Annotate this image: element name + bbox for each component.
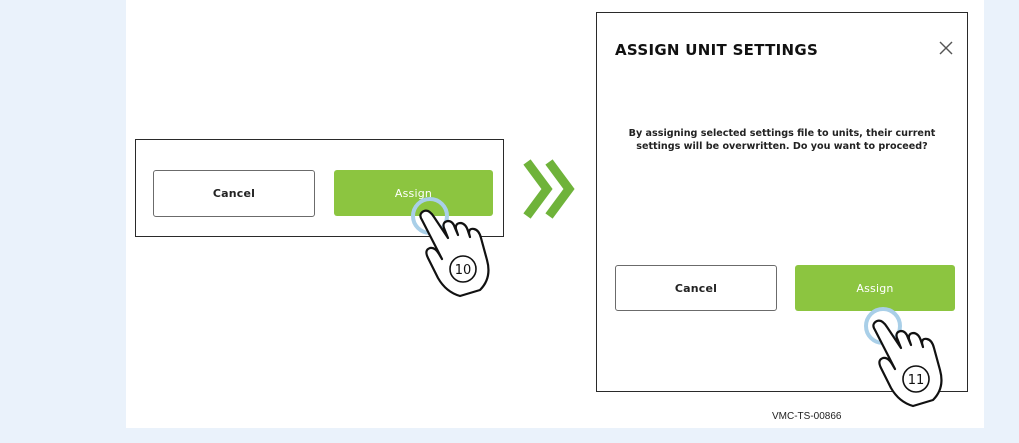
illustration-canvas: Cancel Assign 10 ASSIGN UNIT SETTINGS By… bbox=[126, 0, 984, 428]
tap-hand-icon: 11 bbox=[864, 307, 943, 408]
cancel-button[interactable]: Cancel bbox=[153, 170, 315, 217]
close-icon[interactable] bbox=[939, 41, 953, 55]
double-chevron-right-icon bbox=[523, 159, 575, 219]
step-number: 11 bbox=[908, 373, 925, 388]
tap-hand-icon: 10 bbox=[411, 197, 490, 298]
dialog-message: By assigning selected settings file to u… bbox=[628, 128, 936, 152]
dialog-title: ASSIGN UNIT SETTINGS bbox=[615, 41, 819, 59]
reference-code: VMC-TS-00866 bbox=[772, 411, 842, 422]
dialog-cancel-button[interactable]: Cancel bbox=[615, 265, 777, 311]
step-number: 10 bbox=[455, 263, 472, 278]
